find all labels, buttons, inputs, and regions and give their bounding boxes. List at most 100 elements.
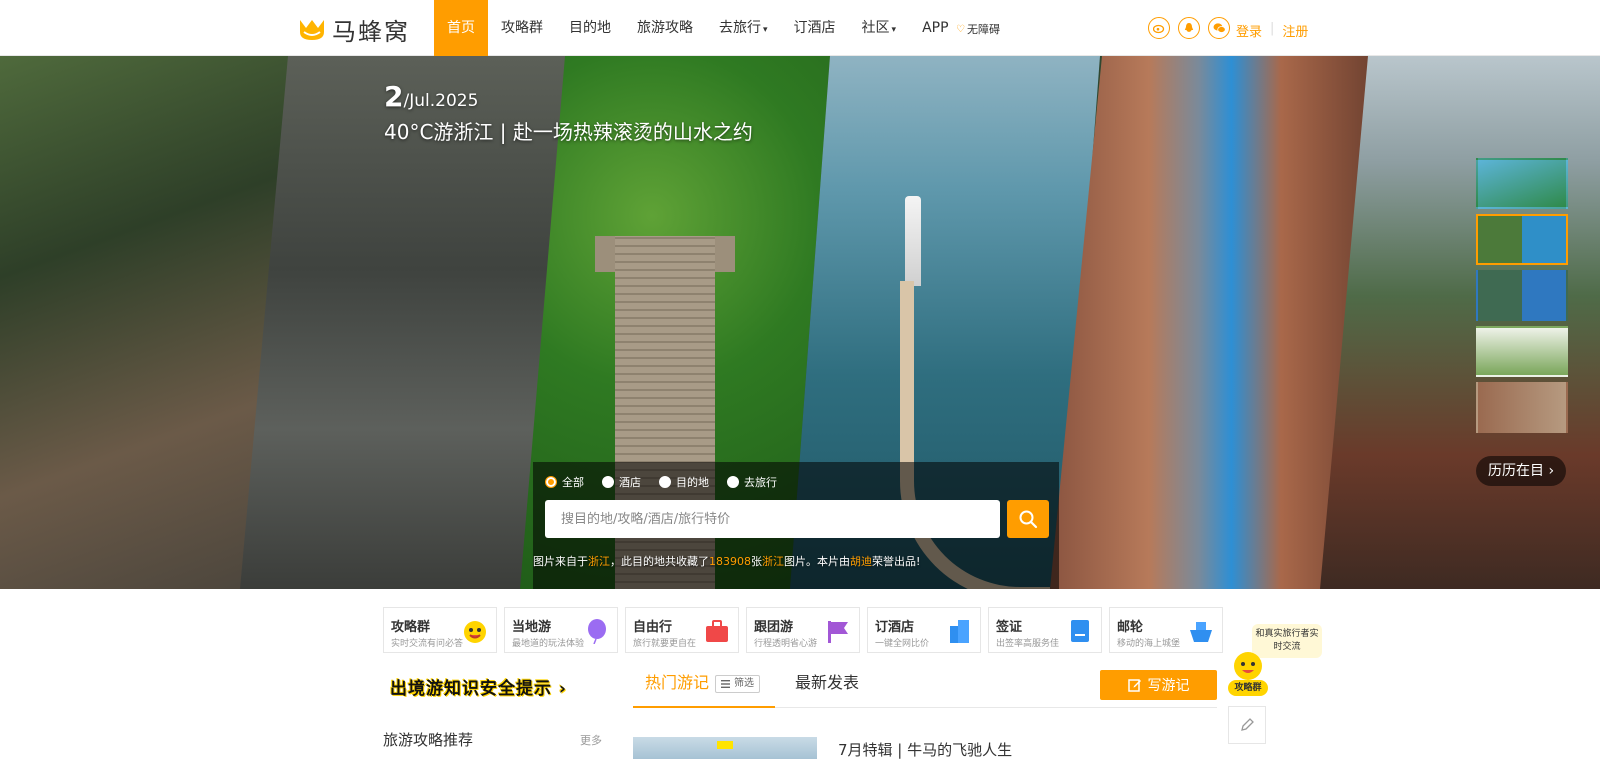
wechat-glyph <box>1213 23 1226 33</box>
service-group-tour[interactable]: 跟团游 行程透明省心游 <box>746 607 860 653</box>
nav-hotel[interactable]: 订酒店 <box>781 0 849 56</box>
service-free-travel[interactable]: 自由行 旅行就要更自在 <box>625 607 739 653</box>
tab-label: 热门游记 <box>645 673 710 692</box>
weibo-icon[interactable] <box>1148 17 1170 39</box>
nav-label: 攻略群 <box>501 20 543 36</box>
service-title: 攻略群 <box>391 620 431 635</box>
accessibility-label: 无障碍 <box>966 23 1000 36</box>
service-visa[interactable]: 签证 出签率高服务佳 <box>988 607 1102 653</box>
write-button-label: 写游记 <box>1147 678 1190 694</box>
weibo-glyph <box>1153 24 1165 34</box>
search-button[interactable] <box>1007 500 1049 538</box>
nav-app[interactable]: APP <box>909 0 961 56</box>
suitcase-icon <box>706 620 728 642</box>
credit-count: 183908 <box>709 555 751 568</box>
auth-links: 登录 | 注册 <box>1236 21 1308 40</box>
service-subtitle: 旅行就要更自在 <box>633 639 697 649</box>
nav-label: 社区 <box>861 20 890 36</box>
chevron-right-icon: › <box>558 679 567 699</box>
radio-icon <box>659 476 671 488</box>
safety-tips-text: 出境游知识安全提示 <box>390 679 552 699</box>
banner-day: 2 <box>384 80 404 113</box>
ship-icon <box>1190 622 1212 642</box>
banner-thumbnail[interactable] <box>1476 326 1568 377</box>
banner-date: 2/Jul.2025 <box>384 80 478 113</box>
travelogue-thumbnail[interactable] <box>633 737 817 759</box>
building-icon <box>950 620 969 643</box>
nav-community[interactable]: 社区 ▾ <box>849 0 910 56</box>
service-guide-group[interactable]: 攻略群 实时交流有问必答 <box>383 607 497 653</box>
nav-label: 首页 <box>447 20 475 36</box>
radio-icon <box>602 476 614 488</box>
nav-home[interactable]: 首页 <box>434 0 488 56</box>
search-type-destination[interactable]: 目的地 <box>659 474 709 490</box>
lighthouse <box>905 196 921 286</box>
filter-button[interactable]: 筛选 <box>715 675 760 693</box>
banner-thumbnail-active[interactable] <box>1476 214 1568 265</box>
search-type-all[interactable]: 全部 <box>545 474 584 490</box>
service-subtitle: 最地道的玩法体验 <box>512 639 585 649</box>
accessibility-icon: ♡ <box>956 23 965 35</box>
search-panel: 全部 酒店 目的地 去旅行 <box>533 462 1059 589</box>
register-link[interactable]: 注册 <box>1282 21 1308 40</box>
history-button[interactable]: 历历在目 › <box>1476 456 1567 486</box>
photo-credit: 图片来自于浙江，此目的地共收藏了183908张浙江图片。本片由胡迪荣誉出品! <box>533 553 920 569</box>
nav-label: 旅游攻略 <box>637 20 693 36</box>
credit-author-link[interactable]: 胡迪 <box>850 555 872 568</box>
hero-banner: 2/Jul.2025 40°C游浙江 | 赴一场热辣滚烫的山水之约 历历在目 ›… <box>0 56 1600 589</box>
credit-place-link[interactable]: 浙江 <box>762 555 784 568</box>
banner-title[interactable]: 40°C游浙江 | 赴一场热辣滚烫的山水之约 <box>384 116 753 145</box>
auth-divider: | <box>1270 21 1275 36</box>
caret-down-icon: ▾ <box>891 25 897 35</box>
tab-latest[interactable]: 最新发表 <box>795 660 859 706</box>
service-subtitle: 出签率高服务佳 <box>996 639 1060 649</box>
service-hotel[interactable]: 订酒店 一键全网比价 <box>867 607 981 653</box>
nav-destination[interactable]: 目的地 <box>556 0 624 56</box>
nav-label: 去旅行 <box>719 20 761 36</box>
service-title: 订酒店 <box>875 620 915 635</box>
wechat-icon[interactable] <box>1208 17 1230 39</box>
mafengwo-logo[interactable]: 马蜂窝 <box>298 14 410 46</box>
search-type-hotel[interactable]: 酒店 <box>602 474 641 490</box>
radio-label: 去旅行 <box>744 476 777 489</box>
credit-place-link[interactable]: 浙江 <box>588 555 610 568</box>
nav-label: APP <box>922 20 949 36</box>
search-type-travel[interactable]: 去旅行 <box>727 474 777 490</box>
nav-go-travel[interactable]: 去旅行 ▾ <box>706 0 781 56</box>
service-cruise[interactable]: 邮轮 移动的海上城堡 <box>1109 607 1223 653</box>
nav-travel-guide[interactable]: 旅游攻略 <box>624 0 706 56</box>
banner-thumbnail[interactable] <box>1476 158 1568 209</box>
service-shortcuts: 攻略群 实时交流有问必答 当地游 最地道的玩法体验 自由行 旅行就要更自在 跟团… <box>383 607 1223 653</box>
search-input[interactable] <box>545 500 1000 538</box>
float-edit-button[interactable] <box>1228 706 1266 744</box>
pencil-icon <box>1241 718 1254 731</box>
passport-icon <box>1071 620 1089 642</box>
filter-label: 筛选 <box>734 678 754 689</box>
banner-thumbnail[interactable] <box>1476 270 1568 321</box>
credit-text: 张 <box>751 555 762 568</box>
balloon-icon <box>588 619 606 644</box>
service-title: 当地游 <box>512 620 552 635</box>
emoji-mascot-icon <box>464 621 486 643</box>
nav-guide-group[interactable]: 攻略群 <box>488 0 556 56</box>
accessibility-link[interactable]: ♡ 无障碍 <box>956 21 1000 37</box>
service-title: 自由行 <box>633 620 673 635</box>
radio-label: 酒店 <box>619 476 641 489</box>
guide-group-float-label[interactable]: 攻略群 <box>1228 680 1268 696</box>
social-links <box>1148 17 1230 39</box>
login-link[interactable]: 登录 <box>1236 21 1262 40</box>
search-icon <box>1019 510 1038 529</box>
safety-tips-banner[interactable]: 出境游知识安全提示 › <box>390 674 567 699</box>
top-header: 马蜂窝 首页 攻略群 目的地 旅游攻略 去旅行 ▾ 订酒店 社区 ▾ APP ♡ 无… <box>0 0 1600 56</box>
service-local-tour[interactable]: 当地游 最地道的玩法体验 <box>504 607 618 653</box>
service-subtitle: 行程透明省心游 <box>754 639 818 649</box>
service-title: 跟团游 <box>754 620 794 635</box>
banner-thumbnail[interactable] <box>1476 382 1568 433</box>
recommend-more-link[interactable]: 更多 <box>580 732 602 748</box>
banner-thumbnail-list <box>1476 158 1568 438</box>
write-travelogue-button[interactable]: 写游记 <box>1100 670 1217 700</box>
qq-icon[interactable] <box>1178 17 1200 39</box>
radio-label: 目的地 <box>676 476 709 489</box>
travelogue-title[interactable]: 7月特辑 | 牛马的飞驰人生 <box>838 739 1012 760</box>
service-subtitle: 移动的海上城堡 <box>1117 639 1181 649</box>
